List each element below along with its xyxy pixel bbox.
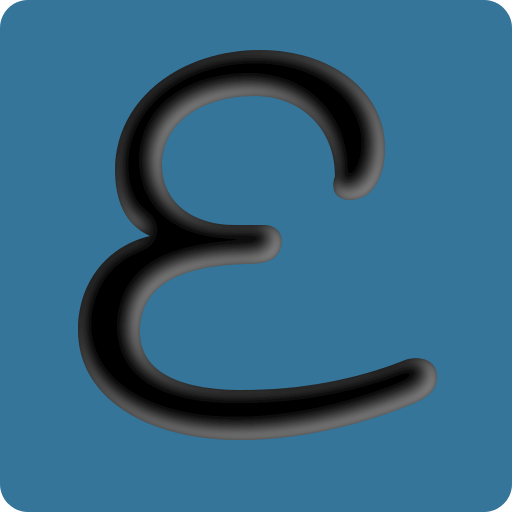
epsilon-icon xyxy=(0,0,512,512)
app-icon xyxy=(0,0,512,512)
